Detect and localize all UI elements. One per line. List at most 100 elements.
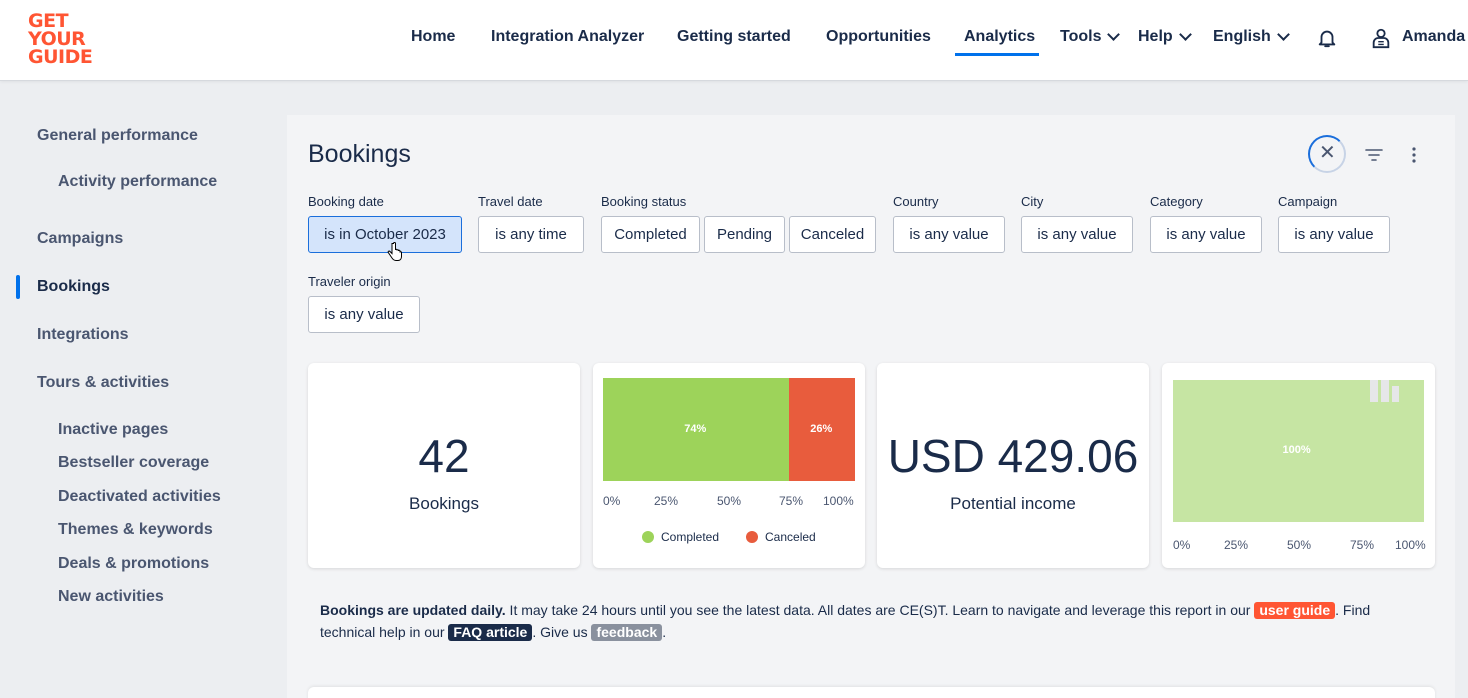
- booking-date-filter[interactable]: is in October 2023: [308, 216, 462, 253]
- nav-help[interactable]: Help: [1138, 28, 1192, 46]
- x-tick-label: 50%: [717, 494, 742, 508]
- chevron-down-icon: [1178, 28, 1192, 41]
- nav-getting-started[interactable]: Getting started: [677, 28, 791, 46]
- sidebar-item-themes-keywords[interactable]: Themes & keywords: [58, 521, 213, 539]
- nav-label: Tools: [1060, 28, 1102, 45]
- legend-completed-dot: [642, 531, 654, 543]
- nav-analytics[interactable]: Analytics: [964, 28, 1035, 46]
- legend-canceled-dot: [746, 531, 758, 543]
- income-label: Potential income: [950, 494, 1076, 513]
- city-filter[interactable]: is any value: [1021, 216, 1133, 253]
- filter-label-travel-date: Travel date: [478, 194, 543, 209]
- getyourguide-logo[interactable]: GET YOUR GUIDE: [28, 12, 98, 68]
- note-text: . Give us: [532, 624, 592, 640]
- nav-label: Opportunities: [826, 28, 931, 45]
- filter-label-city: City: [1021, 194, 1044, 209]
- nav-label: Help: [1138, 28, 1173, 45]
- x-tick-label: 25%: [1224, 538, 1249, 552]
- top-header: GET YOUR GUIDE Home Integration Analyzer…: [0, 0, 1468, 81]
- bookings-label: Bookings: [409, 494, 479, 513]
- note-text: It may take 24 hours until you see the l…: [505, 602, 1255, 618]
- sidebar-item-new-activities[interactable]: New activities: [58, 588, 164, 606]
- sidebar-item-integrations[interactable]: Integrations: [37, 326, 129, 344]
- main-content: Bookings ✕ Booking date is in October 20…: [287, 115, 1455, 698]
- note-bold: Bookings are updated daily.: [320, 602, 506, 618]
- travel-date-filter[interactable]: is any time: [478, 216, 584, 253]
- x-tick-label: 100%: [1395, 538, 1426, 552]
- info-note: Bookings are updated daily. It may take …: [320, 599, 1420, 643]
- status-completed-filter[interactable]: Completed: [601, 216, 700, 253]
- filter-label-booking-status: Booking status: [601, 194, 687, 209]
- nav-user[interactable]: Amanda: [1402, 28, 1465, 46]
- chevron-down-icon: [1107, 28, 1121, 41]
- sidebar-item-bookings[interactable]: Bookings: [37, 278, 110, 296]
- sidebar-active-indicator: [16, 275, 20, 299]
- nav-home[interactable]: Home: [411, 28, 455, 46]
- sidebar-item-inactive-pages[interactable]: Inactive pages: [58, 421, 168, 439]
- chart-loading-icon: [1370, 380, 1399, 402]
- page-title: Bookings: [308, 140, 411, 168]
- user-guide-link[interactable]: user guide: [1254, 602, 1336, 619]
- filter-label-campaign: Campaign: [1278, 194, 1338, 209]
- nav-active-indicator: [955, 53, 1039, 56]
- chevron-down-icon: [1276, 28, 1290, 41]
- nav-label: English: [1213, 28, 1271, 45]
- sidebar-item-deactivated-activities[interactable]: Deactivated activities: [58, 488, 221, 506]
- nav-integration-analyzer[interactable]: Integration Analyzer: [491, 28, 644, 46]
- x-tick-label: 0%: [603, 494, 621, 508]
- nav-label: Integration Analyzer: [491, 28, 645, 45]
- income-value: USD 429.06: [887, 430, 1139, 482]
- account-icon[interactable]: [1370, 27, 1392, 49]
- faq-article-link[interactable]: FAQ article: [448, 624, 533, 641]
- filter-icon[interactable]: [1365, 148, 1383, 162]
- status-canceled-filter[interactable]: Canceled: [789, 216, 876, 253]
- nav-label: Home: [411, 28, 456, 45]
- filter-label-category: Category: [1150, 194, 1203, 209]
- sidebar-item-tours-activities[interactable]: Tours & activities: [37, 374, 169, 392]
- sidebar-item-bestseller-coverage[interactable]: Bestseller coverage: [58, 454, 209, 472]
- campaign-filter[interactable]: is any value: [1278, 216, 1390, 253]
- nav-label: Getting started: [677, 28, 791, 45]
- sidebar: General performance Activity performance…: [0, 82, 286, 698]
- booking-status-chart-card: 74% 26% 0% 25% 50% 75% 100% Completed Ca…: [593, 363, 865, 568]
- legend-canceled: Canceled: [765, 530, 816, 544]
- x-tick-label: 75%: [779, 494, 804, 508]
- filter-label-booking-date: Booking date: [308, 194, 384, 209]
- filter-label-country: Country: [893, 194, 939, 209]
- sidebar-item-campaigns[interactable]: Campaigns: [37, 230, 123, 248]
- canceled-data-label: 26%: [810, 422, 833, 435]
- hand-cursor-icon: [387, 242, 402, 261]
- x-tick-label: 100%: [823, 494, 854, 508]
- full-bar-data-label: 100%: [1282, 444, 1311, 456]
- logo-line: GUIDE: [28, 46, 93, 68]
- nav-tools[interactable]: Tools: [1060, 28, 1121, 46]
- country-filter[interactable]: is any value: [893, 216, 1005, 253]
- sidebar-item-deals-promotions[interactable]: Deals & promotions: [58, 555, 209, 573]
- filter-label-traveler-origin: Traveler origin: [308, 274, 391, 289]
- sidebar-item-general-performance[interactable]: General performance: [37, 127, 198, 145]
- x-tick-label: 0%: [1173, 538, 1191, 552]
- nav-language[interactable]: English: [1213, 28, 1290, 46]
- feedback-link[interactable]: feedback: [591, 624, 663, 641]
- more-vertical-icon[interactable]: [1411, 146, 1417, 164]
- x-tick-label: 50%: [1287, 538, 1312, 552]
- category-filter[interactable]: is any value: [1150, 216, 1262, 253]
- close-icon[interactable]: ✕: [1319, 143, 1336, 163]
- bell-icon[interactable]: [1316, 27, 1338, 49]
- completed-data-label: 74%: [684, 422, 707, 435]
- secondary-chart-card: 100% 0% 25% 50% 75% 100%: [1162, 363, 1435, 568]
- nav-label: Analytics: [964, 28, 1036, 45]
- sidebar-item-activity-performance[interactable]: Activity performance: [58, 173, 217, 191]
- income-kpi-card: USD 429.06 Potential income: [877, 363, 1149, 568]
- nav-opportunities[interactable]: Opportunities: [826, 28, 931, 46]
- x-tick-label: 75%: [1350, 538, 1375, 552]
- legend-completed: Completed: [661, 530, 720, 544]
- bookings-count: 42: [418, 430, 470, 482]
- traveler-origin-filter[interactable]: is any value: [308, 296, 420, 333]
- status-pending-filter[interactable]: Pending: [704, 216, 785, 253]
- x-tick-label: 25%: [654, 494, 679, 508]
- next-section-card: [308, 687, 1435, 698]
- note-text: .: [662, 624, 667, 640]
- bookings-kpi-card: 42 Bookings: [308, 363, 580, 568]
- user-name: Amanda: [1402, 28, 1466, 45]
